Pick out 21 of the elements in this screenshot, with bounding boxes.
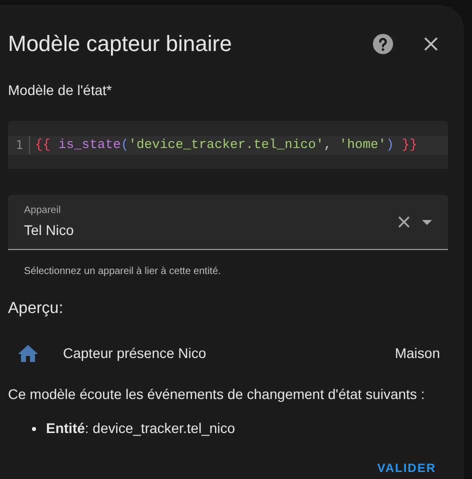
preview-heading: Aperçu:: [7, 299, 64, 319]
clear-icon[interactable]: [398, 216, 410, 228]
field-label: Modèle de l'état*: [7, 81, 113, 100]
listener-item: Entité: device_tracker.tel_nico: [46, 419, 236, 438]
validate-button[interactable]: VALIDER: [373, 459, 440, 477]
dropdown-caret-icon[interactable]: [422, 220, 432, 224]
home-icon: [18, 345, 38, 362]
bullet-icon: [32, 426, 36, 430]
select-label: Appareil: [24, 204, 62, 218]
close-icon[interactable]: [424, 36, 438, 50]
code-editor[interactable]: 1 {{ is_state('device_tracker.tel_nico', 'home') }}: [8, 121, 448, 169]
dialog-title: Modèle capteur binaire: [8, 30, 233, 58]
select-value: Tel Nico: [24, 221, 75, 240]
entity-state: Maison: [394, 344, 440, 363]
listeners-intro: Ce modèle écoute les événements de changement d'état suivants :: [7, 385, 426, 404]
helper-text: Sélectionnez un appareil à lier à cette entité.: [23, 265, 222, 279]
line-number: 1: [8, 136, 30, 154]
code-line: {{ is_state('device_tracker.tel_nico', 'home') }}: [34, 136, 418, 154]
help-icon[interactable]: [372, 32, 394, 54]
entity-name: Capteur présence Nico: [63, 344, 208, 363]
device-select[interactable]: Appareil Tel Nico: [8, 195, 448, 250]
